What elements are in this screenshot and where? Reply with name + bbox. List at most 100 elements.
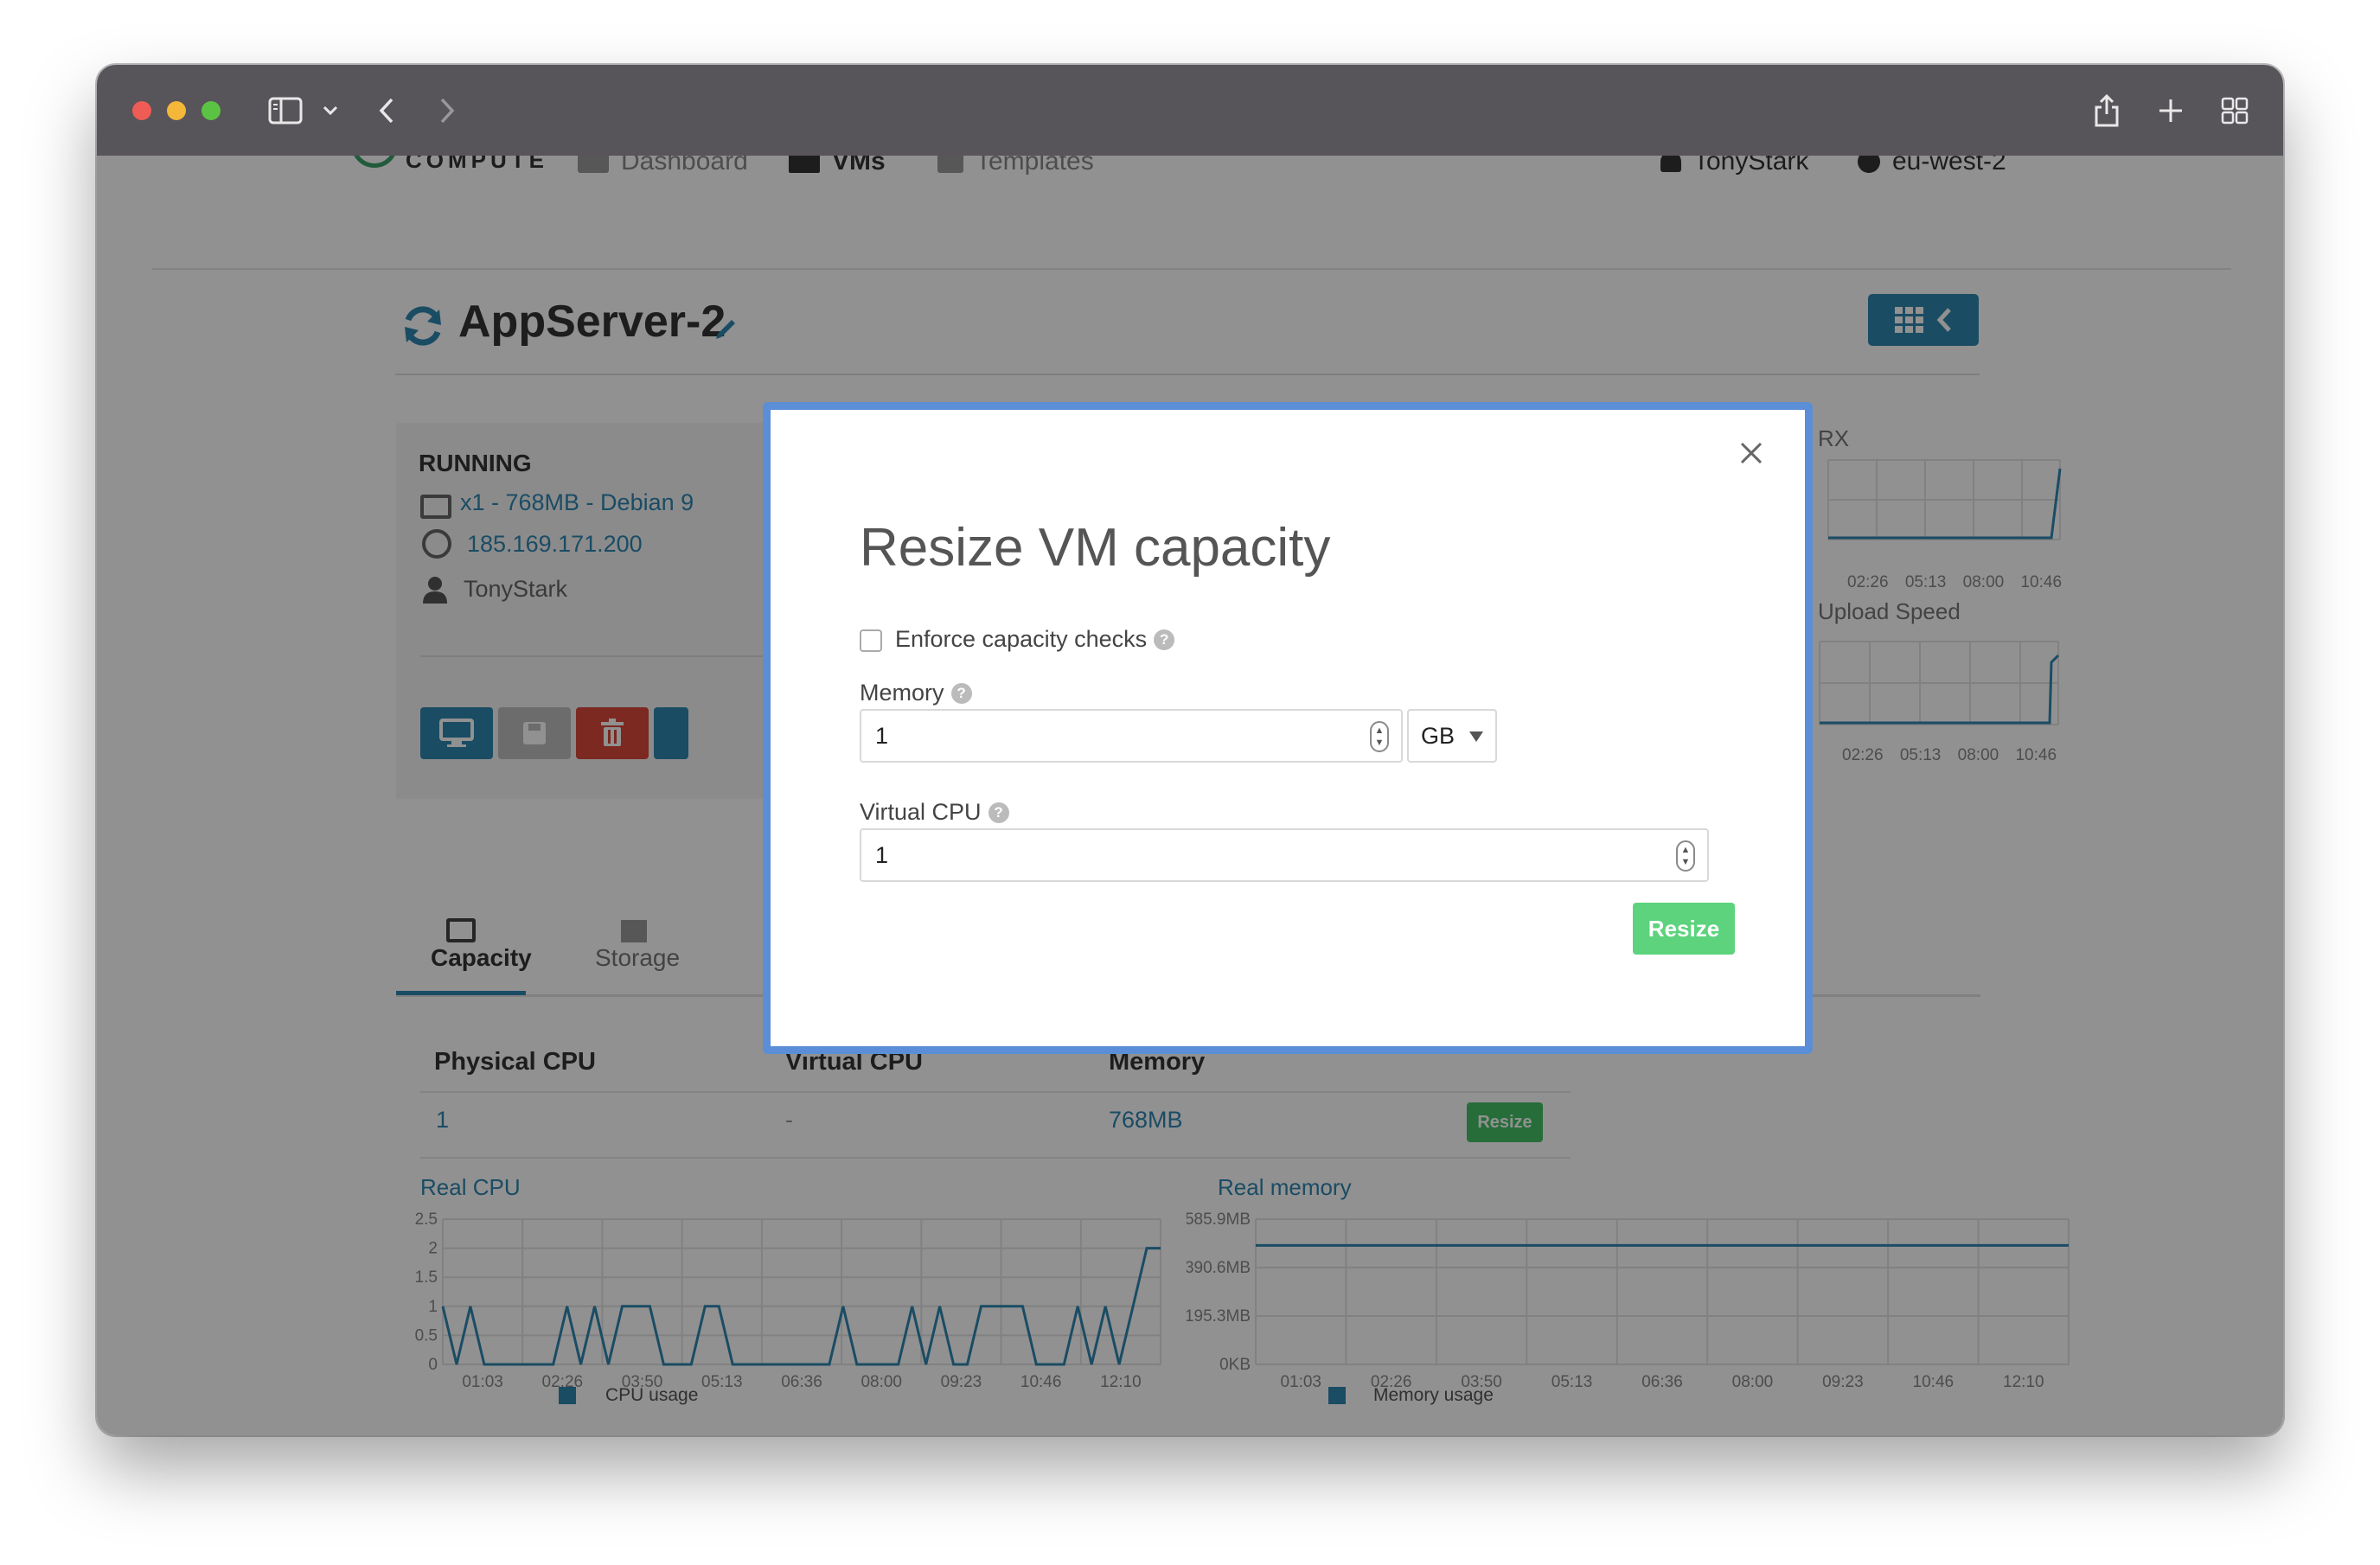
modal-title: Resize VM capacity — [860, 518, 1331, 578]
zoom-window-button[interactable] — [202, 101, 221, 120]
active-tab-indicator — [396, 991, 526, 995]
memory-y-tick: 585.9MB — [1187, 1210, 1251, 1229]
edit-icon[interactable] — [713, 315, 740, 342]
close-icon[interactable] — [1734, 436, 1769, 470]
vcpu-label-text: Virtual CPU — [860, 799, 982, 825]
nav-vms[interactable]: VMs — [789, 156, 886, 176]
upload-x-tick-2: 08:00 — [1957, 746, 1999, 764]
vm-actions-button[interactable] — [1868, 294, 1979, 346]
memory-x-tick: 09:23 — [1822, 1373, 1864, 1391]
vcpu-input[interactable]: 1 ▲ ▼ — [860, 828, 1709, 882]
minimize-window-button[interactable] — [167, 101, 186, 120]
new-tab-icon[interactable] — [2155, 91, 2186, 131]
snapshot-button[interactable] — [498, 707, 571, 759]
refresh-icon[interactable] — [400, 303, 446, 349]
resize-submit-button[interactable]: Resize — [1633, 903, 1735, 955]
monitor-icon — [439, 719, 474, 747]
tab-overview-icon[interactable] — [2219, 91, 2250, 131]
region-menu[interactable]: eu-west-2 — [1858, 156, 2006, 176]
upload-x-tick-1: 05:13 — [1899, 746, 1942, 764]
cpu-y-tick: 1.5 — [415, 1268, 438, 1287]
enforce-capacity-text: Enforce capacity checks — [895, 626, 1148, 652]
help-icon[interactable]: ? — [950, 682, 972, 704]
cpu-x-tick: 05:13 — [701, 1373, 743, 1391]
save-icon — [523, 722, 546, 744]
upload-series-line — [1820, 654, 2060, 725]
upload-chart — [1819, 641, 2060, 725]
user-icon — [1660, 156, 1681, 172]
user-icon — [422, 576, 448, 604]
vcpu-stepper-icon[interactable]: ▲ ▼ — [1676, 840, 1695, 872]
vcpu-label: Virtual CPU ? — [860, 799, 1009, 826]
nav-divider — [152, 268, 2231, 270]
vm-spec: x1 - 768MB - Debian 9 — [460, 489, 694, 515]
more-actions-button[interactable] — [654, 707, 688, 759]
logo-icon[interactable] — [351, 156, 398, 168]
memory-chart-title: Real memory — [1218, 1174, 1352, 1200]
table-resize-button[interactable]: Resize — [1467, 1102, 1543, 1142]
memory-input[interactable]: 1 ▲ ▼ — [860, 709, 1403, 763]
memory-unit-select[interactable]: GB — [1407, 709, 1497, 763]
cpu-legend-label: CPU usage — [605, 1385, 699, 1405]
tab-capacity[interactable]: Capacity — [431, 944, 532, 972]
computer-icon — [420, 495, 451, 519]
title-divider — [395, 374, 1980, 375]
resize-modal: Resize VM capacity Enforce capacity chec… — [763, 402, 1813, 1054]
logo-text: COMPUTE — [406, 156, 548, 173]
upload-chart-title: Upload Speed — [1818, 598, 1961, 624]
rx-series-line — [1828, 468, 2062, 540]
sidebar-icon[interactable] — [266, 91, 304, 131]
enforce-capacity-checkbox[interactable] — [860, 629, 882, 652]
memory-legend-swatch — [1328, 1387, 1346, 1404]
back-icon[interactable] — [374, 91, 400, 131]
share-icon[interactable] — [2091, 91, 2122, 131]
header-physical-cpu: Physical CPU — [434, 1048, 596, 1076]
cpu-y-tick: 2 — [428, 1240, 438, 1258]
browser-toolbar — [97, 65, 2283, 156]
console-button[interactable] — [420, 707, 493, 759]
nav-templates[interactable]: Templates — [937, 156, 1094, 176]
rx-x-tick-1: 05:13 — [1904, 573, 1947, 591]
cpu-chart-title: Real CPU — [420, 1174, 521, 1200]
vm-owner: TonyStark — [464, 576, 568, 602]
cpu-y-tick: 1 — [428, 1298, 438, 1316]
vcpu-input-value: 1 — [875, 841, 889, 868]
cpu-x-tick: 01:03 — [462, 1373, 503, 1391]
cpu-chart: 2.521.510.5001:03 02:26 03:50 05:13 06:36 08:… — [415, 1210, 1161, 1391]
upload-x-ticks: 02:26 05:13 08:00 10:46 — [1842, 746, 2057, 765]
rx-x-tick-3: 10:46 — [2020, 573, 2063, 591]
help-icon[interactable]: ? — [988, 802, 1009, 823]
cell-virtual-cpu: - — [785, 1107, 793, 1133]
memory-input-value: 1 — [875, 722, 889, 749]
delete-button[interactable] — [576, 707, 649, 759]
status-label: RUNNING — [419, 450, 532, 476]
cpu-y-tick: 0 — [428, 1356, 438, 1374]
cpu-y-tick: 2.5 — [415, 1210, 438, 1229]
user-menu[interactable]: TonyStark — [1660, 156, 1808, 176]
chevron-left-icon — [1936, 308, 1951, 332]
upload-x-tick-0: 02:26 — [1842, 746, 1884, 764]
memory-x-tick: 08:00 — [1732, 1373, 1774, 1391]
close-window-button[interactable] — [132, 101, 151, 120]
grid-icon — [1895, 307, 1923, 333]
cpu-x-tick: 06:36 — [781, 1373, 822, 1391]
table-row-divider — [420, 1157, 1571, 1159]
forward-icon[interactable] — [434, 91, 460, 131]
memory-label-text: Memory — [860, 680, 944, 706]
rx-x-ticks: 02:26 05:13 08:00 10:46 — [1847, 573, 2062, 592]
tab-storage[interactable]: Storage — [595, 944, 680, 972]
dashboard-icon — [578, 156, 609, 173]
vm-name: AppServer-2 — [458, 297, 726, 347]
memory-x-tick: 10:46 — [1913, 1373, 1955, 1391]
cpu-legend-swatch — [559, 1387, 576, 1404]
help-icon[interactable]: ? — [1154, 629, 1175, 650]
chevron-down-icon[interactable] — [320, 91, 341, 131]
cpu-x-tick: 10:46 — [1020, 1373, 1062, 1391]
globe-icon — [422, 529, 451, 559]
vm-ip[interactable]: 185.169.171.200 — [467, 531, 643, 558]
memory-stepper-icon[interactable]: ▲ ▼ — [1370, 721, 1389, 752]
cpu-x-tick: 09:23 — [941, 1373, 982, 1391]
memory-unit-value: GB — [1421, 722, 1456, 749]
memory-x-tick: 06:36 — [1641, 1373, 1683, 1391]
nav-dashboard[interactable]: Dashboard — [578, 156, 748, 176]
